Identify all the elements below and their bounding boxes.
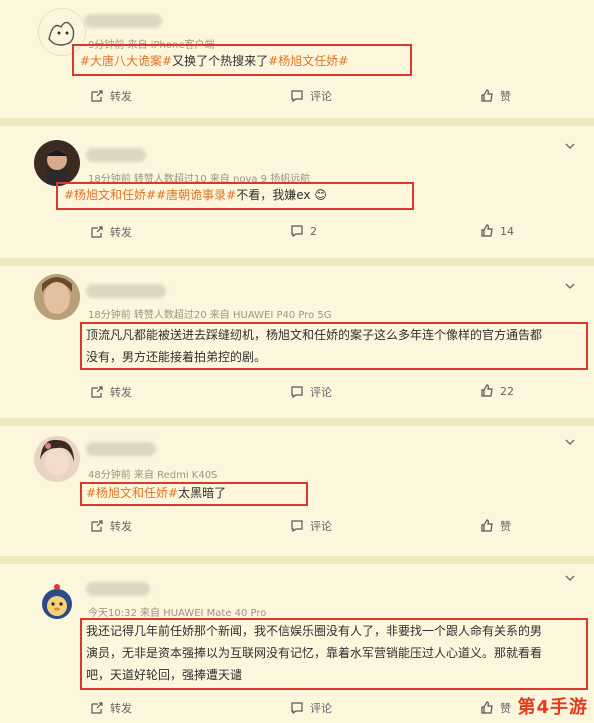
like-button[interactable]: 14 xyxy=(480,224,514,238)
username-blurred[interactable] xyxy=(86,442,156,456)
divider xyxy=(0,418,594,426)
username-blurred[interactable] xyxy=(86,582,150,596)
like-button[interactable]: 赞 xyxy=(480,518,511,534)
chevron-down-icon[interactable] xyxy=(564,280,576,292)
thumbs-up-icon xyxy=(481,519,493,532)
username-blurred[interactable] xyxy=(86,148,146,162)
username-blurred[interactable] xyxy=(86,284,166,298)
thumbs-up-icon xyxy=(481,89,493,102)
avatar[interactable] xyxy=(34,140,80,186)
repost-icon xyxy=(91,90,103,102)
comment-card-4: 48分钟前 来自 Redmi K40S #杨旭文和任娇#太黑暗了 转发 评论 赞 xyxy=(0,426,594,556)
comment-button[interactable]: 评论 xyxy=(290,384,332,400)
repost-icon xyxy=(91,226,103,238)
comment-card-2: 18分钟前 转赞人数超过10 来自 nova 9 扬帆远航 #杨旭文和任娇##唐… xyxy=(0,126,594,258)
comment-button[interactable]: 评论 xyxy=(290,518,332,534)
thumbs-up-icon xyxy=(481,384,493,397)
comment-button[interactable]: 2 xyxy=(290,224,317,238)
comment-card-1: 9分钟前 来自 iPhone客户端 #大唐八大诡案#又换了个热搜来了#杨旭文任娇… xyxy=(0,0,594,118)
repost-button[interactable]: 转发 xyxy=(90,518,132,534)
comment-icon xyxy=(291,386,303,399)
like-button[interactable]: 22 xyxy=(480,384,514,398)
repost-icon xyxy=(91,386,103,398)
comment-meta: 今天10:32 来自 HUAWEI Mate 40 Pro xyxy=(88,608,267,619)
comment-card-5: 今天10:32 来自 HUAWEI Mate 40 Pro 我还记得几年前任娇那… xyxy=(0,564,594,723)
divider xyxy=(0,118,594,126)
thumbs-up-icon xyxy=(481,701,493,714)
chevron-down-icon[interactable] xyxy=(564,140,576,152)
comment-icon xyxy=(291,225,303,238)
comment-icon xyxy=(291,90,303,103)
highlight-box xyxy=(80,322,588,370)
repost-button[interactable]: 转发 xyxy=(90,224,132,240)
highlight-box xyxy=(72,44,412,76)
comment-button[interactable]: 评论 xyxy=(290,700,332,716)
comment-card-3: 18分钟前 转赞人数超过20 来自 HUAWEI P40 Pro 5G 顶流凡凡… xyxy=(0,266,594,418)
repost-button[interactable]: 转发 xyxy=(90,700,132,716)
highlight-box xyxy=(80,618,588,690)
site-watermark: 第4手游 xyxy=(517,697,588,718)
avatar[interactable] xyxy=(34,274,80,320)
repost-icon xyxy=(91,520,103,532)
chevron-down-icon[interactable] xyxy=(564,436,576,448)
avatar[interactable] xyxy=(34,578,80,624)
divider xyxy=(0,258,594,266)
username-blurred[interactable] xyxy=(84,14,162,28)
comment-icon xyxy=(291,520,303,533)
comment-meta: 48分钟前 来自 Redmi K40S xyxy=(88,470,218,481)
avatar[interactable] xyxy=(34,436,80,482)
comment-meta: 18分钟前 转赞人数超过20 来自 HUAWEI P40 Pro 5G xyxy=(88,310,332,321)
chevron-down-icon[interactable] xyxy=(564,572,576,584)
like-button[interactable]: 赞 xyxy=(480,88,511,104)
highlight-box xyxy=(80,482,308,506)
thumbs-up-icon xyxy=(481,224,493,237)
repost-icon xyxy=(91,702,103,714)
repost-button[interactable]: 转发 xyxy=(90,384,132,400)
like-button[interactable]: 赞 xyxy=(480,700,511,716)
comment-icon xyxy=(291,702,303,715)
repost-button[interactable]: 转发 xyxy=(90,88,132,104)
comment-button[interactable]: 评论 xyxy=(290,88,332,104)
highlight-box xyxy=(56,182,414,210)
divider xyxy=(0,556,594,564)
